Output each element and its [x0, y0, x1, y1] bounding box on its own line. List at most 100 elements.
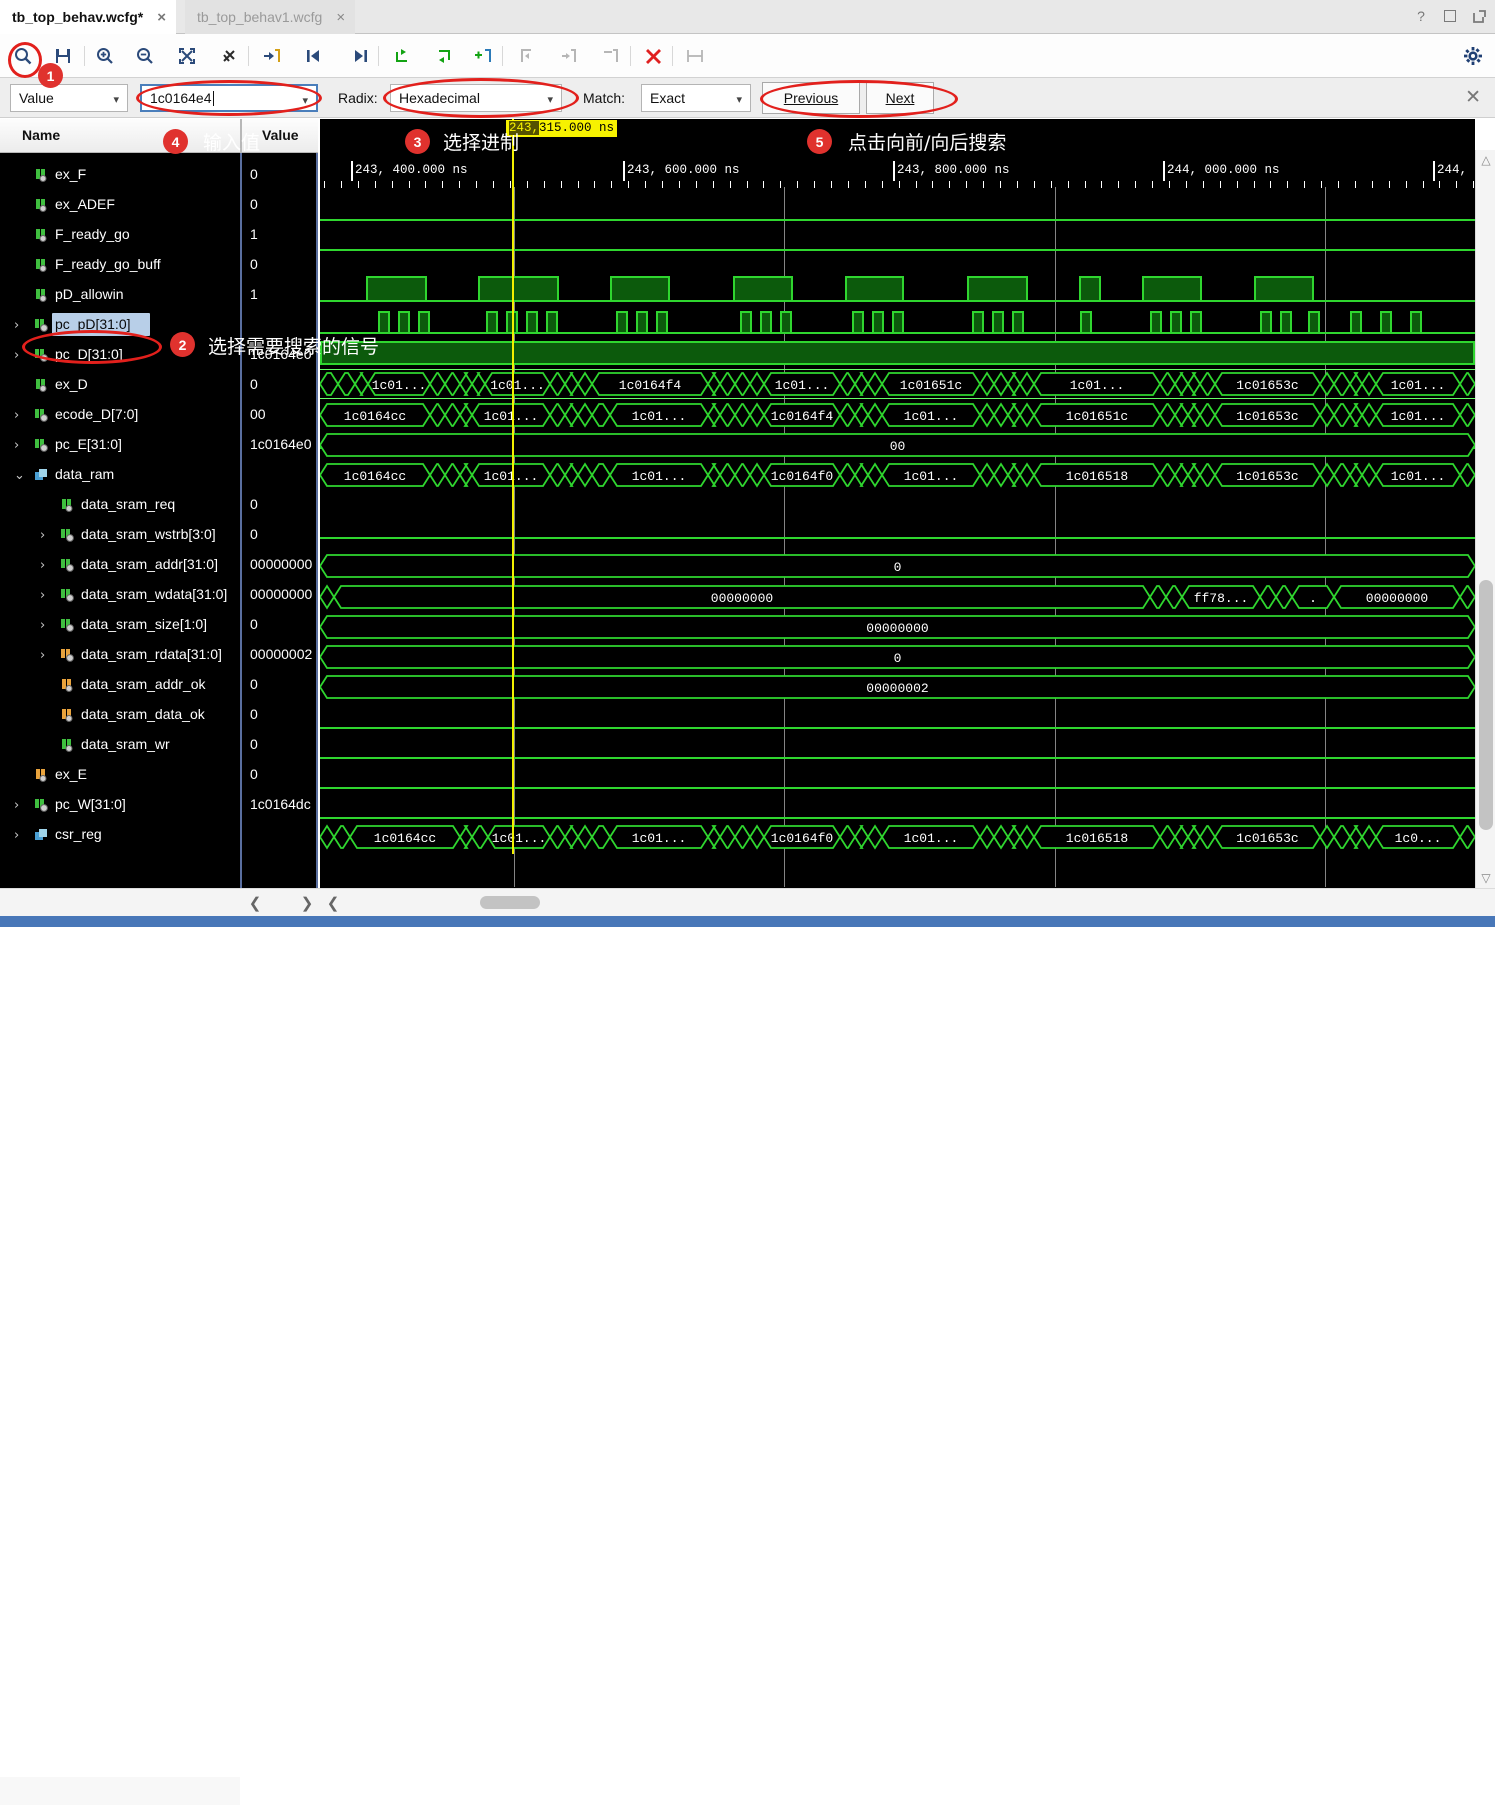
- expand-toggle-icon[interactable]: ›: [40, 528, 45, 543]
- signal-row[interactable]: F_ready_go1: [0, 220, 318, 250]
- signal-row[interactable]: ›data_sram_size[1:0]0: [0, 610, 318, 640]
- svg-text:0: 0: [894, 651, 902, 666]
- signal-row[interactable]: ›pc_W[31:0]1c0164dc: [0, 790, 318, 820]
- signal-row[interactable]: ex_E0: [0, 760, 318, 790]
- bus-row-data-sram-addr[interactable]: 00000000ff78....00000000: [320, 582, 1475, 612]
- signal-name: data_sram_wdata[31:0]: [81, 586, 227, 602]
- next-transition-icon[interactable]: [344, 39, 378, 73]
- expand-toggle-icon[interactable]: ›: [14, 408, 19, 423]
- expand-toggle-icon[interactable]: ›: [14, 348, 19, 363]
- expand-toggle-icon[interactable]: ›: [14, 828, 19, 843]
- signal-row[interactable]: ›data_sram_addr[31:0]00000000: [0, 550, 318, 580]
- expand-toggle-icon[interactable]: ›: [40, 618, 45, 633]
- time-tick-label: 243, 600.000 ns: [627, 163, 740, 177]
- goto-time-icon[interactable]: [255, 39, 289, 73]
- svg-text:1c01...: 1c01...: [904, 469, 959, 484]
- expand-toggle-icon[interactable]: ›: [40, 558, 45, 573]
- vertical-scrollbar[interactable]: △ ▽: [1475, 150, 1495, 888]
- signal-row[interactable]: ⌄data_ram: [0, 460, 318, 490]
- signal-row[interactable]: ex_ADEF0: [0, 190, 318, 220]
- signal-row[interactable]: ›data_sram_rdata[31:0]00000002: [0, 640, 318, 670]
- gear-icon[interactable]: [1463, 46, 1483, 66]
- panel-scroll-right-icon[interactable]: ❯: [296, 892, 318, 914]
- delete-marker-icon[interactable]: [636, 39, 670, 73]
- signal-row[interactable]: pD_allowin1: [0, 280, 318, 310]
- expand-toggle-icon[interactable]: ›: [14, 798, 19, 813]
- bus-row-pc-E[interactable]: 1c0164cc1c01...1c01...1c0164f01c01...1c0…: [320, 460, 1475, 490]
- bus-row-ecode-D[interactable]: 00: [320, 430, 1475, 460]
- tick-mark: [747, 181, 748, 188]
- svg-text:1c0164cc: 1c0164cc: [344, 409, 406, 424]
- help-icon[interactable]: ?: [1413, 8, 1429, 24]
- first-marker-icon[interactable]: [510, 39, 544, 73]
- signal-row[interactable]: ›pc_E[31:0]1c0164e0: [0, 430, 318, 460]
- bus-row-pc-D[interactable]: 1c0164cc1c01...1c01...1c0164f41c01...1c0…: [320, 400, 1475, 430]
- svg-text:1c01653c: 1c01653c: [1236, 469, 1298, 484]
- signal-row[interactable]: F_ready_go_buff0: [0, 250, 318, 280]
- signal-value: 0: [250, 766, 258, 782]
- bus-row-pc-W[interactable]: 1c0164cc1c01...1c01...1c0164f01c01...1c0…: [320, 822, 1475, 852]
- next-marker-icon[interactable]: [552, 39, 586, 73]
- add-marker-right-icon[interactable]: [426, 39, 460, 73]
- scroll-down-icon[interactable]: ▽: [1476, 868, 1495, 888]
- wave-scroll-thumb[interactable]: [480, 896, 540, 909]
- expand-toggle-icon[interactable]: ⌄: [14, 468, 25, 483]
- wave-high-pulse: [852, 311, 864, 334]
- bus-row-data-sram-size[interactable]: 0: [320, 642, 1475, 672]
- expand-toggle-icon[interactable]: ›: [14, 318, 19, 333]
- tab-tb-top-behav[interactable]: tb_top_behav.wcfg* ×: [0, 0, 176, 34]
- zoom-in-icon[interactable]: [88, 39, 122, 73]
- last-marker-icon[interactable]: [594, 39, 628, 73]
- tab-close-icon[interactable]: ×: [336, 9, 345, 26]
- add-marker-icon[interactable]: [466, 39, 500, 73]
- bit-icon: [34, 378, 48, 392]
- zoom-out-icon[interactable]: [128, 39, 162, 73]
- wave-scroll-track[interactable]: [320, 889, 1475, 917]
- panel-scroll-left-icon[interactable]: ❮: [244, 892, 266, 914]
- bus-row-data-sram-rdata[interactable]: 00000002: [320, 672, 1475, 702]
- tab-tb-top-behav1[interactable]: tb_top_behav1.wcfg ×: [185, 0, 355, 34]
- tick-mark: [1085, 181, 1086, 188]
- zoom-cancel-icon[interactable]: [212, 39, 246, 73]
- status-bar: [0, 916, 1495, 927]
- annotation-text: 选择需要搜索的信号: [208, 332, 379, 359]
- signal-name: ex_D: [55, 376, 88, 392]
- signal-row[interactable]: ›csr_reg: [0, 820, 318, 850]
- scroll-up-icon[interactable]: △: [1476, 150, 1495, 170]
- vertical-scroll-thumb[interactable]: [1479, 580, 1493, 830]
- signal-row[interactable]: ›data_sram_wdata[31:0]00000000: [0, 580, 318, 610]
- maximize-icon[interactable]: [1442, 8, 1458, 24]
- signal-row[interactable]: data_sram_wr0: [0, 730, 318, 760]
- wave-high-pulse: [1380, 311, 1392, 334]
- previous-transition-icon[interactable]: [296, 39, 330, 73]
- add-marker-left-icon[interactable]: [386, 39, 420, 73]
- bus-row-data-sram-wdata[interactable]: 00000000: [320, 612, 1475, 642]
- expand-toggle-icon[interactable]: ›: [40, 648, 45, 663]
- close-search-icon[interactable]: ✕: [1465, 88, 1481, 107]
- signal-row[interactable]: data_sram_addr_ok0: [0, 670, 318, 700]
- search-scope-select[interactable]: Value ▾: [10, 84, 128, 112]
- signal-row[interactable]: ex_F0: [0, 160, 318, 190]
- chevron-down-icon: ▾: [113, 93, 119, 106]
- signal-row[interactable]: ›ecode_D[7:0]00: [0, 400, 318, 430]
- wave-low-level: [320, 249, 1475, 251]
- bus-row-data-sram-wstrb[interactable]: 0: [320, 551, 1475, 581]
- match-select[interactable]: Exact ▾: [641, 84, 751, 112]
- signal-row[interactable]: data_sram_req0: [0, 490, 318, 520]
- expand-toggle-icon[interactable]: ›: [40, 588, 45, 603]
- tick-mark: [983, 181, 984, 188]
- tick-mark: [358, 181, 359, 188]
- detach-icon[interactable]: [1471, 8, 1487, 24]
- signal-row[interactable]: data_sram_data_ok0: [0, 700, 318, 730]
- tab-close-icon[interactable]: ×: [157, 9, 166, 26]
- signal-name: F_ready_go: [55, 226, 130, 242]
- signal-row[interactable]: ›data_sram_wstrb[3:0]0: [0, 520, 318, 550]
- horizontal-scrollbar[interactable]: ❮ ❯ ❮: [0, 888, 1495, 916]
- bus-row-pc-pD[interactable]: 1c01...1c01...1c0164f41c01...1c01651c1c0…: [320, 369, 1475, 399]
- expand-toggle-icon[interactable]: ›: [14, 438, 19, 453]
- cursor-line[interactable]: [512, 119, 514, 854]
- measure-icon[interactable]: [678, 39, 712, 73]
- waveform-panel[interactable]: 243, 200.000 ns243, 400.000 ns243, 600.0…: [320, 119, 1475, 888]
- zoom-fit-icon[interactable]: [170, 39, 204, 73]
- signal-row[interactable]: ex_D0: [0, 370, 318, 400]
